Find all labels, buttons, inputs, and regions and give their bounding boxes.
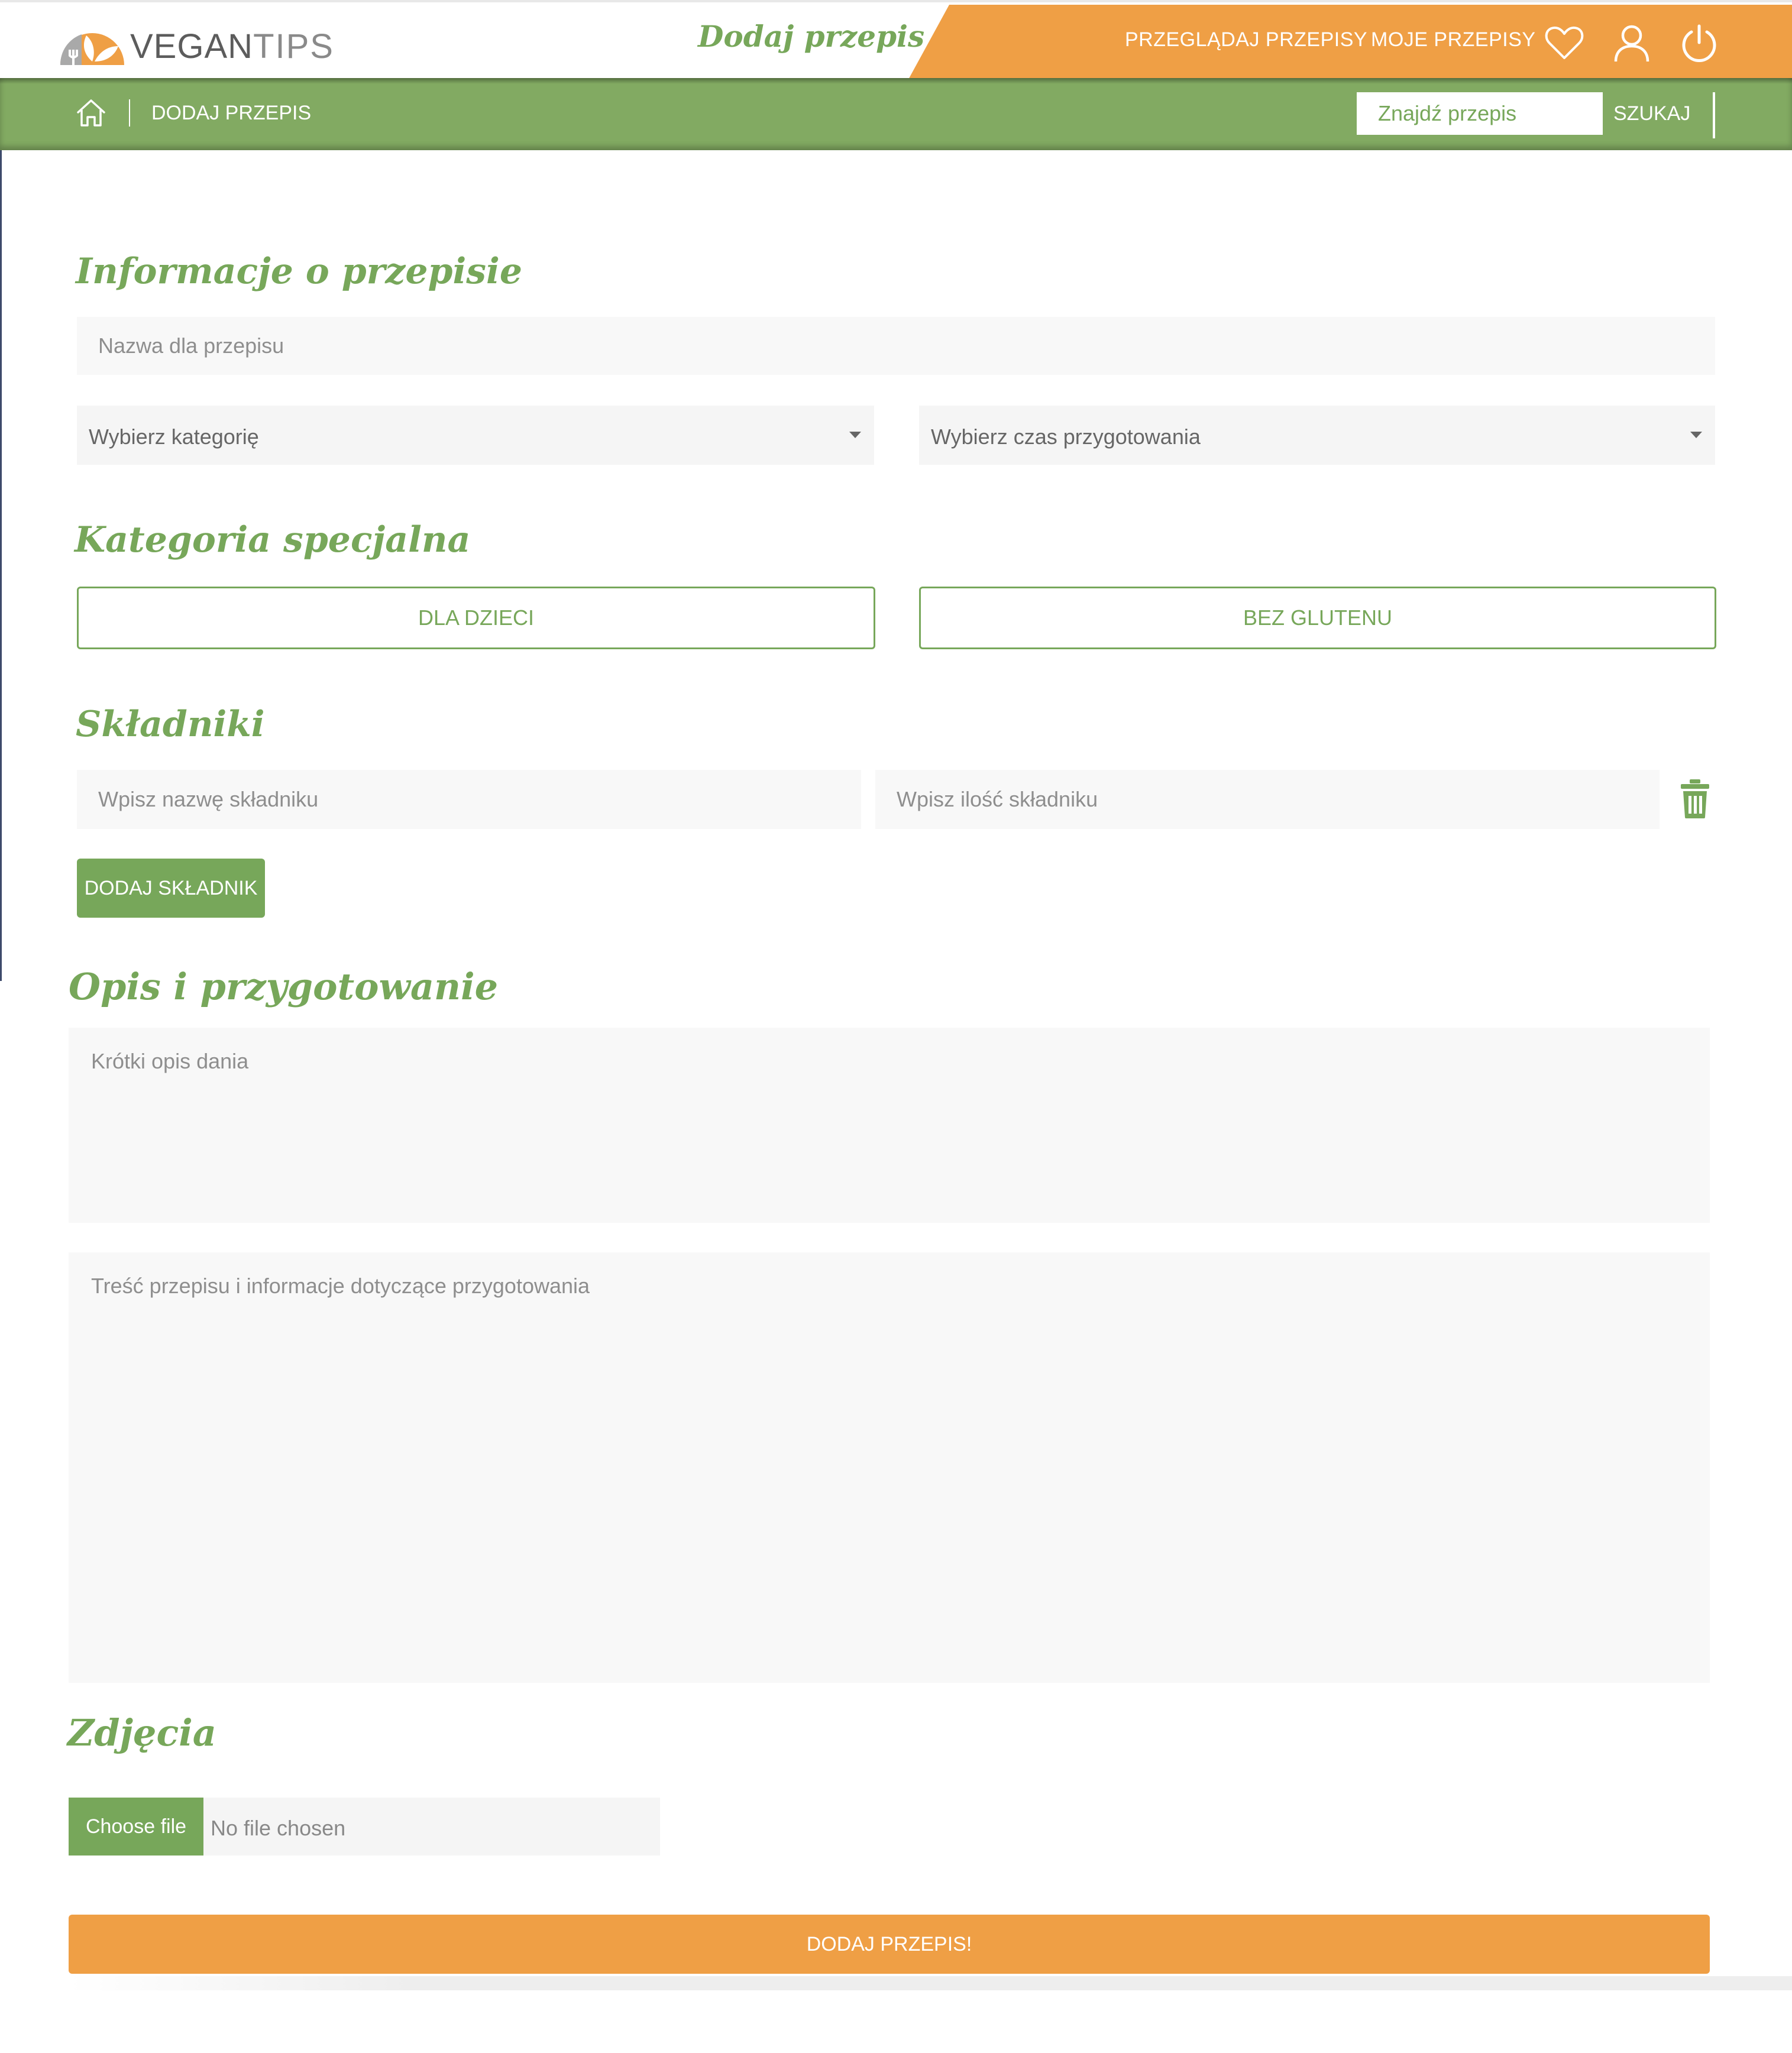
gluten-free-category-button[interactable]: BEZ GLUTENU: [919, 587, 1716, 649]
page-title: Dodaj przepis: [698, 19, 925, 54]
home-icon[interactable]: [75, 96, 108, 129]
heart-icon[interactable]: [1544, 22, 1585, 64]
search-button[interactable]: SZUKAJ: [1613, 92, 1690, 135]
nav-my-recipes[interactable]: MOJE PRZEPISY: [1371, 28, 1536, 51]
choose-file-button[interactable]: Choose file: [69, 1798, 203, 1856]
kids-category-button[interactable]: DLA DZIECI: [77, 587, 875, 649]
breadcrumb-current: DODAJ PRZEPIS: [151, 102, 312, 124]
logo-leaf-icon: [60, 33, 124, 65]
logo-text-tips: TIPS: [253, 27, 334, 66]
logo[interactable]: VEGANTIPS: [58, 19, 333, 72]
logo-text: VEGANTIPS: [130, 27, 334, 66]
top-header: VEGANTIPS Dodaj przepis PRZEGLĄDAJ PRZEP…: [0, 0, 1792, 80]
ingredient-amount-input[interactable]: [875, 770, 1660, 829]
trash-icon[interactable]: [1680, 778, 1710, 820]
recipe-name-input[interactable]: [77, 317, 1715, 375]
submit-recipe-button[interactable]: DODAJ PRZEPIS!: [69, 1915, 1710, 1974]
chevron-down-icon: [1690, 432, 1702, 438]
search-input[interactable]: [1357, 92, 1603, 135]
power-icon[interactable]: [1678, 22, 1720, 64]
prep-time-select-value: Wybierz czas przygotowania: [931, 425, 1201, 449]
file-status: No file chosen: [211, 1816, 346, 1840]
photo-file-input[interactable]: Choose file No file chosen: [69, 1798, 660, 1856]
ingredient-name-input[interactable]: [77, 770, 861, 829]
section-title-info: Informacje o przepisie: [76, 251, 523, 292]
header-shadow: [0, 78, 1792, 84]
breadcrumb-divider: [129, 99, 130, 127]
section-title-description: Opis i przygotowanie: [69, 965, 499, 1008]
page-left-edge: [0, 150, 2, 981]
form-bottom-shadow: [69, 1976, 1792, 1990]
chevron-down-icon: [849, 432, 861, 438]
add-ingredient-button[interactable]: DODAJ SKŁADNIK: [77, 859, 265, 918]
recipe-content-textarea[interactable]: [69, 1252, 1710, 1683]
logo-text-vegan: VEGAN: [130, 27, 254, 66]
search-divider: [1713, 92, 1715, 138]
category-select[interactable]: Wybierz kategorię: [77, 406, 874, 465]
prep-time-select[interactable]: Wybierz czas przygotowania: [919, 406, 1715, 465]
short-description-textarea[interactable]: [69, 1028, 1710, 1223]
section-title-special: Kategoria specjalna: [75, 519, 471, 561]
page: VEGANTIPS Dodaj przepis PRZEGLĄDAJ PRZEP…: [0, 0, 1792, 2053]
category-select-value: Wybierz kategorię: [89, 425, 259, 449]
nav-browse-recipes[interactable]: PRZEGLĄDAJ PRZEPISY: [1125, 28, 1367, 51]
breadcrumb-bar: DODAJ PRZEPIS SZUKAJ: [0, 78, 1792, 150]
section-title-ingredients: Składniki: [76, 704, 265, 745]
section-title-photos: Zdjęcia: [67, 1711, 216, 1754]
user-icon[interactable]: [1611, 22, 1652, 64]
